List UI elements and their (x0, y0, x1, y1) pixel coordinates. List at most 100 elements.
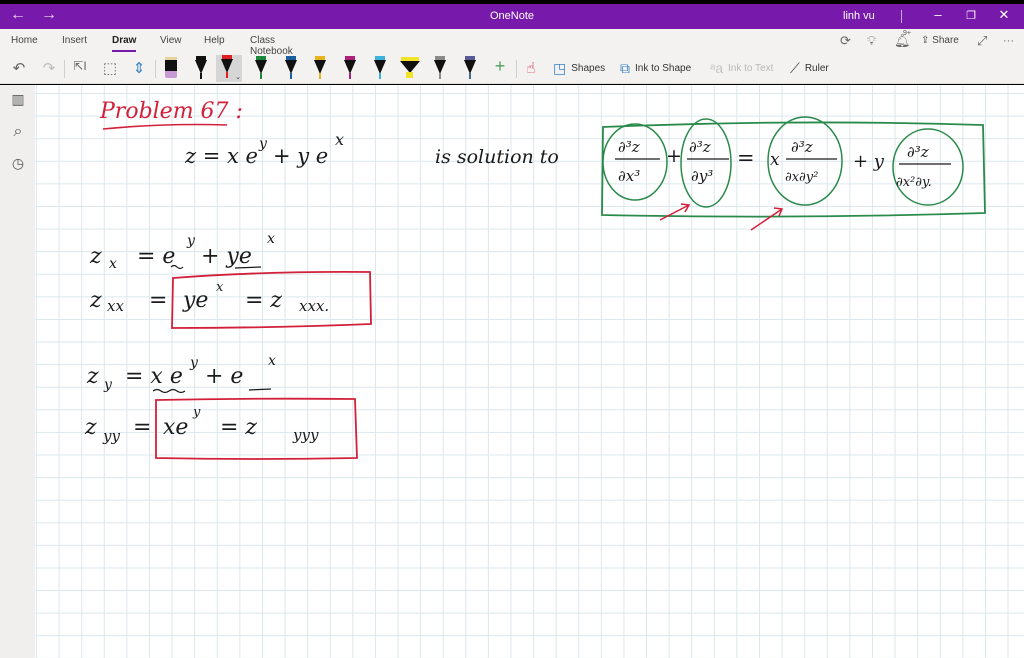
share-icon: ⇪ (921, 35, 933, 46)
redo-icon[interactable]: ↷ (39, 59, 59, 77)
minimize-button[interactable]: – (928, 7, 948, 22)
bell-icon[interactable]: 🔔︎ 9+ (894, 30, 911, 49)
zyy-box-main: xe (163, 415, 188, 440)
zy-rhs2: + e (205, 364, 243, 389)
tab-help[interactable]: Help (204, 35, 225, 46)
tools-separator (64, 60, 65, 78)
term4-numerator: ∂³z (907, 143, 929, 161)
search-icon[interactable]: ⌕ (8, 123, 28, 141)
close-button[interactable]: ✕ (994, 7, 1014, 23)
share-label: Share (932, 35, 959, 46)
black-pen[interactable] (193, 56, 209, 82)
tab-class-notebook[interactable]: Class Notebook (250, 35, 293, 57)
term4-denominator: ∂x²∂y. (896, 175, 932, 190)
lasso-select-icon[interactable]: ⬚ (100, 59, 120, 77)
sync-icon[interactable]: ⟳ (840, 33, 851, 49)
ink-to-text-icon: ᵃa (710, 60, 723, 76)
ruler-label: Ruler (804, 63, 829, 74)
term2-circle (680, 118, 732, 208)
tab-draw[interactable]: Draw (112, 35, 137, 52)
cyan-pen[interactable] (372, 56, 388, 82)
ruler-button[interactable]: ⟋ Ruler (790, 60, 829, 77)
term4-circle (892, 128, 964, 206)
zx-exp1: y (186, 233, 196, 249)
recent-icon[interactable]: ◷ (8, 155, 28, 172)
tab-insert[interactable]: Insert (62, 35, 87, 46)
zyy-box-sub: yyy (292, 426, 319, 444)
note-canvas[interactable]: Problem 67 : z = x e y + y e x is soluti… (35, 85, 1024, 658)
term1-circle (602, 123, 668, 201)
zy-underline-1 (152, 388, 186, 394)
zyy-sub: yy (102, 427, 120, 445)
zxx-box-main: ye (182, 288, 208, 313)
zxx-line: z xx = ye x = z xxx. (89, 280, 329, 315)
heading-underline (102, 123, 228, 130)
title-separator (901, 10, 902, 23)
ink-to-text-label: Ink to Text (728, 62, 774, 74)
zxx-eq: = (149, 288, 167, 313)
zy-sub: y (103, 377, 113, 393)
zy-exp1: y (189, 355, 199, 371)
term1-numerator: ∂³z (618, 138, 640, 156)
add-pen-button[interactable]: + (490, 56, 510, 77)
red-arrow-1 (659, 203, 691, 221)
ink-to-shape-button[interactable]: ⧉ Ink to Shape (620, 60, 691, 77)
zy-rhs: = x e (125, 364, 183, 389)
statement: z = x e y + y e x is solution to (184, 130, 559, 168)
lightbulb-icon[interactable]: 💡︎ (867, 33, 876, 49)
title-bar: ← → OneNote linh vu – ❐ ✕ (0, 4, 1024, 29)
pde-equation: ∂³z ∂x³ + ∂³z ∂y³ = x ∂³z ∂x∂y² + y ∂³z … (615, 138, 951, 190)
yellow-highlighter[interactable] (399, 56, 421, 81)
teal-galaxy-pen[interactable] (462, 56, 478, 82)
shapes-button[interactable]: ◳ Shapes (553, 60, 605, 77)
zx-rhs2: + ye (201, 244, 252, 269)
type-select-icon[interactable]: ⇱I (70, 59, 90, 73)
yellow-pen[interactable] (312, 56, 328, 82)
pens-separator (155, 60, 156, 78)
red-pen[interactable]: ⌄ (216, 55, 242, 82)
tab-view[interactable]: View (160, 35, 182, 46)
restore-button[interactable]: ❐ (961, 9, 981, 22)
add-space-icon[interactable]: ⇕ (129, 59, 149, 77)
navigation-sidebar: ▥ ⌕ ◷ (0, 85, 35, 658)
ink-to-shape-label: Ink to Shape (635, 63, 692, 74)
fullscreen-icon[interactable]: ⤢ (977, 33, 987, 49)
actions-separator (516, 60, 517, 78)
zyy-eq: = (133, 415, 151, 440)
red-arrow-2 (750, 207, 784, 231)
galaxy-pen[interactable] (432, 56, 448, 82)
chevron-down-icon[interactable]: ⌄ (235, 73, 241, 81)
zx-exp2: x (267, 231, 275, 247)
zx-rhs: = e (137, 244, 175, 269)
statement-text: is solution to (435, 146, 559, 168)
zyy-box-rest: = z (220, 415, 257, 440)
zxx-box-sub: xxx. (299, 297, 329, 315)
term1-denominator: ∂x³ (618, 167, 640, 185)
statement-exp1: y (258, 136, 268, 152)
more-options-button[interactable]: ··· (1003, 35, 1014, 47)
zxx-box-exp: x (216, 280, 224, 295)
ribbon: Home Insert Draw View Help Class Noteboo… (0, 29, 1024, 84)
zy-lhs: z (86, 364, 99, 389)
zyy-line: z yy = xe y = z yyy (84, 405, 319, 445)
ink-to-text-button[interactable]: ᵃa Ink to Text (710, 60, 773, 76)
problem-heading: Problem 67 : (99, 99, 243, 124)
zx-sub: x (109, 256, 117, 272)
zxx-box-rest: = z (245, 288, 282, 313)
ink-to-shape-icon: ⧉ (620, 60, 630, 76)
pde-equals: = (737, 146, 755, 170)
tab-home[interactable]: Home (11, 35, 38, 46)
eraser-tool[interactable] (165, 57, 177, 79)
magenta-pen[interactable] (342, 56, 358, 82)
user-name[interactable]: linh vu (843, 10, 875, 22)
green-pen[interactable] (253, 56, 269, 82)
term3-denominator: ∂x∂y² (785, 170, 818, 185)
term2-denominator: ∂y³ (691, 167, 713, 185)
undo-icon[interactable]: ↶ (9, 59, 29, 77)
blue-pen[interactable] (283, 56, 299, 82)
zyy-lhs: z (84, 415, 97, 440)
notebooks-icon[interactable]: ▥ (8, 91, 28, 108)
statement-lhs: z = x e (184, 144, 258, 168)
share-button[interactable]: ⇪ Share (921, 35, 959, 46)
ink-touch-icon[interactable]: ☝︎ (521, 59, 541, 77)
